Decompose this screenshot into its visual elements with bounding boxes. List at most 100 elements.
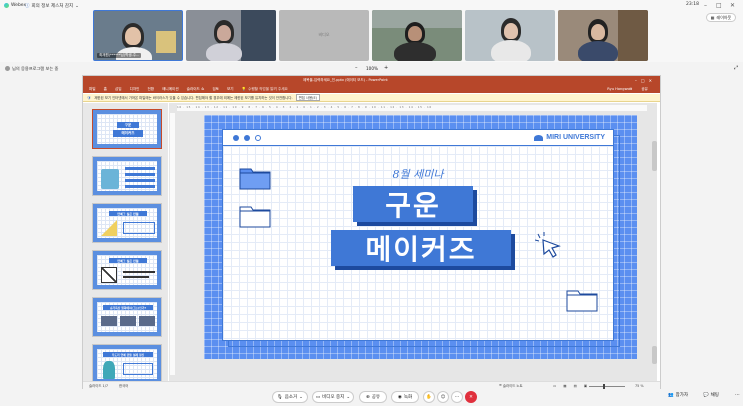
slide-thumbnails: 1 구운 메이커즈 2 3 연예그 실은 만들 4 연예그 실은 만들 — [83, 103, 168, 381]
webex-icon — [4, 3, 9, 8]
smiley-icon: ☺ — [440, 394, 446, 400]
mute-label: 음소거 — [284, 395, 298, 400]
video-off-placeholder: 비디오 — [318, 32, 330, 37]
chat-label: 채팅 — [710, 393, 719, 398]
ribbon-tab-transitions[interactable]: 전환 — [147, 87, 154, 92]
participant-name: 최재원(******님(학생-주... — [97, 53, 142, 58]
ribbon-tab-view[interactable]: 보기 — [227, 87, 234, 92]
layout-label: 레이아웃 — [716, 14, 732, 20]
maximize-icon[interactable]: □ — [716, 2, 722, 9]
vertical-scrollbar[interactable] — [652, 106, 657, 376]
slide-thumbnail-1[interactable]: 1 구운 메이커즈 — [92, 109, 162, 149]
app-logo: Webex — [4, 3, 26, 8]
record-button[interactable]: ◉ 녹화 — [391, 391, 419, 403]
slide-thumbnail-3[interactable]: 3 연예그 실은 만들 — [92, 203, 162, 243]
ppt-titlebar: 제목을-입력하세요_진.pptx (에이티 모드) - PowerPoint –… — [83, 76, 660, 85]
vertical-ruler — [170, 113, 175, 375]
slide-thumbnail-2[interactable]: 2 — [92, 156, 162, 196]
chat-button[interactable]: 💬 채팅 — [703, 392, 719, 399]
folder-icon — [566, 288, 598, 312]
slide-canvas[interactable]: MIRI UNIVERSITY 8월 세미나 구운 메이커즈 — [204, 115, 637, 359]
more-options-button[interactable]: ··· — [451, 391, 463, 403]
ppt-title: 제목을-입력하세요_진.pptx (에이티 모드) - PowerPoint — [303, 78, 388, 82]
participant-tile[interactable] — [372, 10, 462, 61]
ppt-statusbar: 슬라이드 1/7 한국어 ≡ 슬라이드 노트 ▭ ▦ ▤ ▣ 75 % — [83, 381, 660, 389]
window-dot — [244, 135, 250, 141]
layout-button[interactable]: ▦ 레이아웃 — [706, 13, 736, 22]
participant-tile[interactable] — [186, 10, 276, 61]
more-options-icon[interactable]: ⋯ — [735, 392, 740, 398]
thumb-title: 승가옥산 원화에서(그는)인가? — [103, 305, 153, 310]
share-button-label: 공유 — [641, 86, 648, 91]
gesture-detect-label: 제스처 감지 — [51, 4, 74, 9]
meeting-controls: 🎙 음소거 ⌄ ▭ 비디오 중지 ⌄ ⊕ 공유 ◉ 녹화 ✋ ☺ ··· ✕ 👥… — [0, 390, 743, 406]
expand-icon[interactable]: ⤢ — [734, 65, 738, 71]
close-icon[interactable]: ✕ — [730, 2, 735, 9]
meeting-info-label: 회의 정보 — [31, 4, 50, 9]
zoom-level: 100% — [366, 65, 378, 71]
minimize-icon[interactable]: – — [704, 2, 707, 9]
chevron-down-icon: ⌄ — [75, 3, 79, 9]
share-button[interactable]: ⊕ 공유 — [359, 391, 387, 403]
bookshelf — [618, 10, 648, 61]
ribbon-tab-home[interactable]: 홈 — [104, 87, 107, 92]
share-label: 님의 응용프로그램 보는 중 — [12, 65, 59, 71]
ribbon-tab-file[interactable]: 파일 — [89, 87, 96, 92]
zoom-slider[interactable] — [589, 386, 625, 387]
raise-hand-button[interactable]: ✋ — [423, 391, 435, 403]
slide-editor: 16 · 15 · 14 · 13 · 12 · 11 · 10 · 9 · 8… — [169, 103, 657, 381]
notes-toggle[interactable]: ≡ 슬라이드 노트 — [499, 383, 523, 388]
participant-tile[interactable]: 비디오 — [279, 10, 369, 61]
sharer-avatar — [5, 66, 10, 71]
tell-me-search[interactable]: 수행할 작업을 알려 주세요 — [248, 87, 288, 92]
closet — [241, 10, 276, 61]
ribbon-tab-slideshow[interactable]: 슬라이드 쇼 — [187, 87, 205, 92]
thumb-image — [101, 267, 117, 283]
ppt-window-controls[interactable]: –□✕ — [635, 78, 656, 83]
ribbon-tab-animations[interactable]: 애니메이션 — [162, 87, 179, 92]
top-bar: Webex ⓘ 회의 정보 제스처 감지 ⌄ 최재원(******님(학생-주.… — [0, 0, 743, 62]
participants-button[interactable]: 👥 참가자 — [668, 392, 688, 399]
ruler-scale: 16 · 15 · 14 · 13 · 12 · 11 · 10 · 9 · 8… — [177, 105, 432, 109]
ribbon-tab-insert[interactable]: 삽입 — [115, 87, 122, 92]
ppt-ribbon: 파일 홈 삽입 디자인 전환 애니메이션 슬라이드 쇼 검토 보기 💡 수행할 … — [83, 85, 660, 93]
reaction-button[interactable]: ☺ — [437, 391, 449, 403]
folder-icon — [239, 204, 271, 228]
video-camera-icon: ▭ — [315, 394, 321, 400]
zoom-in-icon[interactable]: + — [384, 65, 388, 71]
enable-editing-button[interactable]: 편집 사용(E) — [295, 94, 320, 101]
cursor-icon — [534, 232, 563, 262]
ribbon-tab-design[interactable]: 디자인 — [130, 87, 140, 92]
meeting-info-button[interactable]: ⓘ 회의 정보 — [25, 3, 50, 9]
participants-icon: 👥 — [668, 392, 674, 398]
slide-subtitle: 8월 세미나 — [392, 168, 444, 181]
share-button[interactable]: ⚇ 공유 — [629, 87, 656, 92]
stop-video-button[interactable]: ▭ 비디오 중지 ⌄ — [312, 391, 354, 403]
share-label: 공유 — [371, 395, 381, 400]
participant-tile[interactable]: 최재원(******님(학생-주... — [93, 10, 183, 61]
thumb-title: 메이커즈 — [113, 130, 143, 137]
zoom-out-icon[interactable]: – — [355, 65, 358, 71]
end-call-button[interactable]: ✕ — [465, 391, 477, 403]
thumb-title: 우도리 연예 만들 설례 정신 — [103, 352, 153, 357]
slide-thumbnail-4[interactable]: 4 연예그 실은 만들 — [92, 250, 162, 290]
slide-title-line1: 구운 — [353, 186, 473, 222]
gesture-detect-toggle[interactable]: 제스처 감지 ⌄ — [51, 3, 79, 10]
clock: 23:18 — [686, 2, 699, 7]
window-dot — [255, 135, 261, 141]
mute-button[interactable]: 🎙 음소거 ⌄ — [272, 391, 308, 403]
zoom-slider-thumb[interactable] — [603, 384, 605, 389]
view-buttons[interactable]: ▭ ▦ ▤ ▣ — [553, 384, 590, 388]
participant-tile[interactable] — [465, 10, 555, 61]
layout-icon: ▦ — [710, 15, 715, 20]
slide-thumbnail-5[interactable]: 5 승가옥산 원화에서(그는)인가? — [92, 297, 162, 337]
slide-thumbnail-6[interactable]: 6 우도리 연예 만들 설례 정신 — [92, 344, 162, 381]
ribbon-tab-review[interactable]: 검토 — [212, 87, 219, 92]
video-label: 비디오 중지 — [322, 395, 345, 400]
ppt-zoom-level: 75 % — [635, 383, 644, 388]
microphone-icon: 🎙 — [277, 394, 283, 400]
more-icon: ··· — [454, 394, 460, 400]
participant-tile[interactable] — [558, 10, 648, 61]
university-name: MIRI UNIVERSITY — [546, 134, 605, 141]
slide-window-frame: MIRI UNIVERSITY 8월 세미나 구운 메이커즈 — [222, 129, 614, 341]
